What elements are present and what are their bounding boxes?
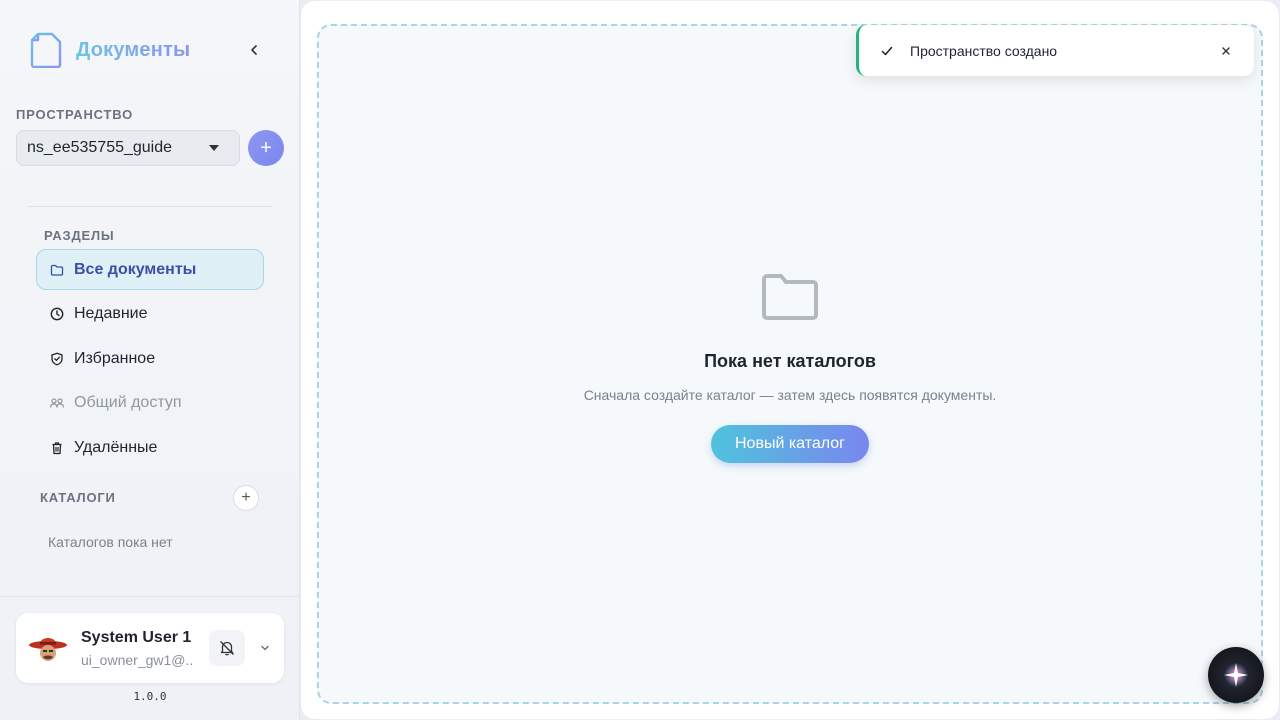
nav-item-shared[interactable]: Общий доступ [36,383,264,424]
document-logo-icon [30,32,62,68]
chevron-down-icon [261,645,269,651]
sections-nav: Все документы Недавние Избранное Общий д… [36,249,264,472]
close-icon [1222,46,1230,55]
users-icon [49,395,65,411]
empty-state-subtitle: Сначала создайте каталог — затем здесь п… [583,387,997,403]
sparkle-icon [1224,663,1248,687]
avatar [28,628,68,668]
clock-icon [49,306,65,322]
nav-item-label: Удалённые [74,438,158,456]
sections-label: РАЗДЕЛЫ [44,228,115,243]
empty-state-title: Пока нет каталогов [704,351,876,371]
add-catalog-button[interactable]: + [233,485,259,511]
user-menu-toggle[interactable] [257,640,273,656]
nav-item-recent[interactable]: Недавние [36,294,264,335]
nav-item-favorites[interactable]: Избранное [36,338,264,379]
main-content: Пока нет каталогов Сначала создайте ката… [301,1,1279,719]
nav-item-label: Общий доступ [74,394,182,411]
divider [0,596,300,597]
success-toast: Пространство создано [856,25,1254,76]
assistant-button[interactable] [1208,647,1264,703]
user-card[interactable]: System User 1 ui_owner_gw1@... [16,613,284,683]
divider [28,206,272,207]
collapse-sidebar-button[interactable] [244,40,264,60]
no-catalogs-text: Каталогов пока нет [48,534,173,550]
empty-folder-icon [762,274,818,320]
toast-message: Пространство создано [910,42,1058,59]
cowboy-avatar-icon [29,638,67,661]
nav-item-deleted[interactable]: Удалённые [36,427,264,468]
bell-off-icon [220,641,234,656]
brand[interactable]: Документы [30,32,190,68]
check-icon [879,43,895,59]
sidebar: Документы ПРОСТРАНСТВО ns_ee535755_guide… [0,0,300,720]
app-version: 1.0.0 [133,690,167,703]
user-email: ui_owner_gw1@... [81,651,193,668]
chevron-left-icon [251,45,257,55]
catalogs-label: КАТАЛОГИ [40,490,116,505]
nav-item-label: Все документы [74,260,197,278]
new-catalog-button[interactable]: Новый каталог [711,425,869,463]
shield-icon [49,351,65,367]
toast-close-button[interactable] [1218,43,1234,59]
space-select-value: ns_ee535755_guide [27,139,173,156]
app-title: Документы [76,38,191,61]
space-select[interactable]: ns_ee535755_guide [16,130,240,166]
notifications-off-button[interactable] [209,630,245,666]
folder-icon [49,262,65,278]
trash-icon [49,440,65,456]
caret-down-icon [209,145,219,151]
nav-item-all-documents[interactable]: Все документы [36,249,264,290]
nav-item-label: Недавние [74,305,148,322]
space-section-label: ПРОСТРАНСТВО [16,107,134,122]
user-name: System User 1 [81,628,192,646]
nav-item-label: Избранное [74,349,156,367]
add-space-button[interactable]: + [248,130,284,166]
user-info: System User 1 ui_owner_gw1@... [81,629,193,668]
